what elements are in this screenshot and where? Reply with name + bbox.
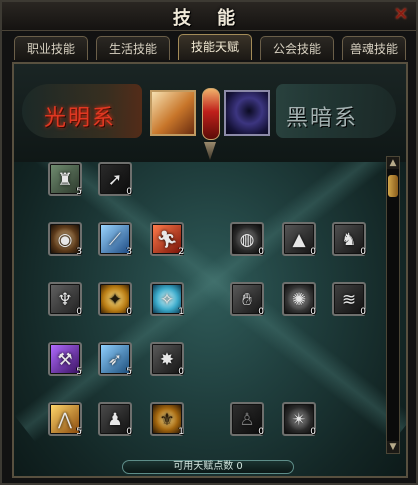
- talent-dark-wave[interactable]: ≋ 0: [332, 282, 366, 317]
- tab-beast-soul-skills[interactable]: 兽魂技能: [342, 36, 406, 60]
- pendant-ornament: [204, 142, 216, 160]
- talent-armor-helm[interactable]: ♜ 5: [48, 162, 82, 197]
- dark-crest-icon: ✴: [285, 405, 313, 433]
- window-title: 技 能: [172, 8, 246, 29]
- close-icon[interactable]: ✕: [392, 6, 410, 24]
- talent-level: 0: [310, 427, 316, 437]
- dark-silhouette-icon: ♙: [233, 405, 261, 433]
- scrollbar[interactable]: ▲ ▼: [386, 156, 400, 454]
- tab-talent-skills[interactable]: 技能天赋: [178, 34, 252, 60]
- available-talent-points: 可用天赋点数 0: [122, 460, 294, 474]
- talent-level: 0: [310, 307, 316, 317]
- light-school-icon[interactable]: [150, 90, 196, 136]
- talent-strike-slash[interactable]: ➚ 0: [98, 162, 132, 197]
- talent-radiant-figure[interactable]: ✦ 0: [98, 282, 132, 317]
- eye-icon: ◉: [51, 225, 79, 253]
- talent-level: 0: [360, 307, 366, 317]
- talent-level: 2: [178, 247, 184, 257]
- talent-level: 0: [360, 247, 366, 257]
- dark-school-label: 黑暗系: [285, 106, 358, 131]
- talent-purple-hammer[interactable]: ⚒ 5: [48, 342, 82, 377]
- talent-level: 0: [258, 247, 264, 257]
- talent-level: 0: [310, 247, 316, 257]
- talent-level: 0: [126, 427, 132, 437]
- talent-header: 光明系 黑暗系: [14, 64, 406, 162]
- talent-level: 0: [258, 427, 264, 437]
- skills-window: 技 能 ✕ 职业技能 生活技能 技能天赋 公会技能 兽魂技能 光明系 黑暗系 ♜…: [0, 0, 418, 485]
- scroll-up-arrow-icon[interactable]: ▲: [387, 157, 399, 169]
- talent-level: 0: [76, 307, 82, 317]
- fire-runner-icon: 🏃︎: [153, 225, 181, 253]
- talent-dark-figure[interactable]: ♞ 0: [332, 222, 366, 257]
- pillar-icon: ♆: [51, 285, 79, 313]
- talent-holy-figure[interactable]: ✧ 1: [150, 282, 184, 317]
- wind-slash-icon: ⟋: [101, 225, 129, 253]
- silhouette-run-icon: ♟: [101, 405, 129, 433]
- talent-silhouette-run[interactable]: ♟ 0: [98, 402, 132, 437]
- dark-figure-icon: ♞: [335, 225, 363, 253]
- dark-spike-icon: ▲: [285, 225, 313, 253]
- dark-sigil-icon: ✺: [285, 285, 313, 313]
- scroll-down-arrow-icon[interactable]: ▼: [387, 441, 399, 453]
- dark-school-icon[interactable]: [224, 90, 270, 136]
- talent-dark-spike[interactable]: ▲ 0: [282, 222, 316, 257]
- talent-level: 5: [126, 367, 132, 377]
- talent-level: 3: [76, 247, 82, 257]
- talent-eye[interactable]: ◉ 3: [48, 222, 82, 257]
- dark-wave-icon: ≋: [335, 285, 363, 313]
- talent-fire-runner[interactable]: 🏃︎ 2: [150, 222, 184, 257]
- talent-golden-wings[interactable]: ⋀ 5: [48, 402, 82, 437]
- golden-wings-icon: ⋀: [51, 405, 79, 433]
- dark-eye-icon: ◍: [233, 225, 261, 253]
- armor-helm-icon: ♜: [51, 165, 79, 193]
- golden-crest-icon: ⚜: [153, 405, 181, 433]
- talent-level: 5: [76, 427, 82, 437]
- talent-level: 0: [126, 307, 132, 317]
- archer-bow-icon: ➶: [101, 345, 129, 373]
- talent-level: 0: [126, 187, 132, 197]
- strike-slash-icon: ➚: [101, 165, 129, 193]
- talent-dark-hand[interactable]: ✋︎ 0: [230, 282, 264, 317]
- tab-life-skills[interactable]: 生活技能: [96, 36, 170, 60]
- talent-content-area: 光明系 黑暗系 ♜ 5 ➚ 0 ◉ 3 ⟋ 3 🏃︎ 2 ♆ 0 ✦ 0 ✧ 1…: [14, 64, 406, 476]
- title-bar[interactable]: 技 能 ✕: [2, 2, 416, 31]
- shadow-wolf-icon: ✸: [153, 345, 181, 373]
- talent-level: 1: [178, 427, 184, 437]
- talent-level: 1: [178, 307, 184, 317]
- light-school-label: 光明系: [43, 106, 116, 131]
- talent-level: 0: [178, 367, 184, 377]
- talent-golden-crest[interactable]: ⚜ 1: [150, 402, 184, 437]
- talent-panel: 光明系 黑暗系 ♜ 5 ➚ 0 ◉ 3 ⟋ 3 🏃︎ 2 ♆ 0 ✦ 0 ✧ 1…: [12, 62, 408, 478]
- talent-dark-silhouette[interactable]: ♙ 0: [230, 402, 264, 437]
- talent-dark-crest[interactable]: ✴ 0: [282, 402, 316, 437]
- scroll-thumb[interactable]: [388, 175, 398, 197]
- tab-profession-skills[interactable]: 职业技能: [14, 36, 88, 60]
- talent-level: 5: [76, 187, 82, 197]
- talent-dark-sigil[interactable]: ✺ 0: [282, 282, 316, 317]
- talent-shadow-wolf[interactable]: ✸ 0: [150, 342, 184, 377]
- tab-guild-skills[interactable]: 公会技能: [260, 36, 334, 60]
- talent-level: 5: [76, 367, 82, 377]
- talent-archer-bow[interactable]: ➶ 5: [98, 342, 132, 377]
- radiant-figure-icon: ✦: [101, 285, 129, 313]
- talent-wind-slash[interactable]: ⟋ 3: [98, 222, 132, 257]
- talent-pillar[interactable]: ♆ 0: [48, 282, 82, 317]
- talent-level: 0: [258, 307, 264, 317]
- talent-dark-eye[interactable]: ◍ 0: [230, 222, 264, 257]
- dark-hand-icon: ✋︎: [233, 285, 261, 313]
- holy-figure-icon: ✧: [153, 285, 181, 313]
- red-gem-icon: [202, 88, 220, 140]
- talent-level: 3: [126, 247, 132, 257]
- purple-hammer-icon: ⚒: [51, 345, 79, 373]
